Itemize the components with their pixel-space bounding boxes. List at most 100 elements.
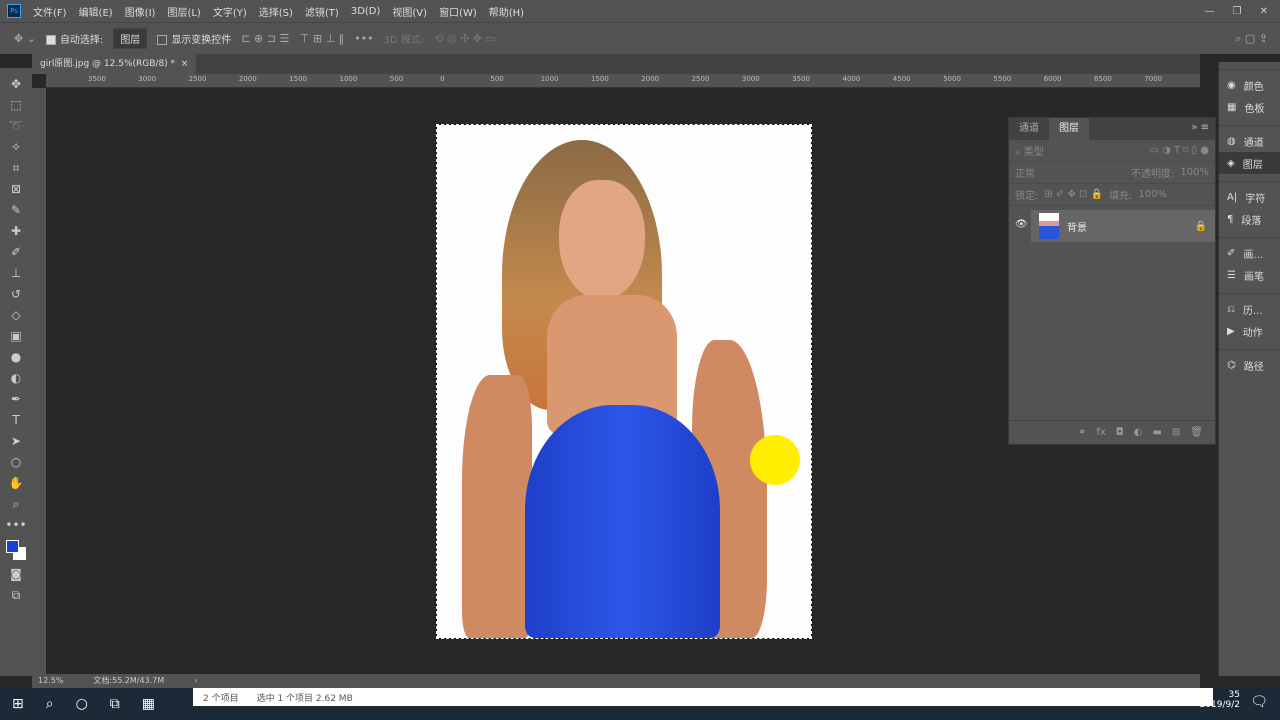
menu-type[interactable]: 文字(Y) [213,4,247,19]
zoom-level[interactable]: 12.5% [38,674,63,688]
crop-tool-icon[interactable]: ⌗ [13,160,20,177]
blend-mode-dropdown[interactable]: 正常 [1015,165,1035,180]
move-tool-icon[interactable]: ✥ [11,76,21,93]
document-tabs: girl原图.jpg @ 12.5%(RGB/8) * × [32,54,1200,74]
path-select-icon[interactable]: ➤ [11,433,21,450]
more-icon[interactable]: ••• [354,32,373,45]
3d-tools-icons[interactable]: ⟲ ◎ ✣ ✥ ▭ [434,32,496,45]
close-tab-icon[interactable]: × [181,59,189,69]
marquee-tool-icon[interactable]: ⬚ [10,97,21,114]
layer-row-background[interactable]: 背景 🔒 [1031,210,1215,242]
filter-label: 类型 [1023,147,1044,158]
type-tool-icon[interactable]: T [12,412,19,429]
dock-brushes[interactable]: ☰ 画笔 [1219,264,1280,286]
more-tools-icon[interactable]: ••• [5,517,26,534]
fill-input[interactable]: 100% [1138,189,1167,200]
link-icon[interactable]: ⚭ [1078,427,1086,438]
history-brush-icon[interactable]: ↺ [11,286,21,303]
dock-label: 画笔 [1243,271,1264,283]
ruler-label: 4000 [842,75,861,83]
dock-color[interactable]: ◉ 颜色 [1219,74,1280,96]
frame-tool-icon[interactable]: ⊠ [11,181,21,198]
document-tab[interactable]: girl原图.jpg @ 12.5%(RGB/8) * × [32,54,197,74]
visibility-eye-icon[interactable]: 👁 [1015,219,1028,230]
lasso-tool-icon[interactable]: ➰ [9,118,24,135]
menu-filter[interactable]: 滤镜(T) [305,4,339,19]
dock-label: 字符 [1245,193,1266,205]
screen-mode-icon[interactable]: ⧉ [12,587,21,604]
opacity-input[interactable]: 100% [1180,167,1209,178]
blur-icon[interactable]: ● [11,349,21,366]
dock-label: 动作 [1242,327,1263,339]
mask-icon[interactable]: ◘ [1116,427,1124,438]
filter-icons[interactable]: ▭ ◑ T ⌑ ▯ ● [1149,145,1209,156]
options-bar: ✥ ⌄ 自动选择: 图层 显示变换控件 ⊏ ⊕ ⊐ ☰ ⊤ ⊞ ⊥ ‖ ••• … [0,22,1280,54]
stamp-tool-icon[interactable]: ⊥ [11,265,21,282]
dock-character[interactable]: A| 字符 [1219,186,1280,208]
eraser-icon[interactable]: ◇ [11,307,20,324]
explorer-status-bar: 2 个项目 选中 1 个项目 2.62 MB [193,688,1213,706]
hand-tool-icon[interactable]: ✋ [9,475,24,492]
fx-icon[interactable]: fx [1096,427,1105,438]
foreground-color[interactable] [6,540,19,553]
magic-wand-icon[interactable]: ✧ [11,139,21,156]
panel-menu-icon[interactable]: » ≡ [1185,118,1215,140]
adjustment-icon[interactable]: ◐ [1134,427,1143,438]
document-image[interactable] [436,124,812,639]
menu-file[interactable]: 文件(F) [33,4,67,19]
menu-select[interactable]: 选择(S) [259,4,293,19]
search-icon[interactable]: ⌕ [46,696,54,712]
close-icon[interactable]: ✕ [1260,6,1268,17]
filter-type-dropdown[interactable]: ⌕ 类型 [1015,143,1044,158]
menu-edit[interactable]: 编辑(E) [79,4,113,19]
menu-image[interactable]: 图像(I) [125,4,156,19]
dock-actions[interactable]: ▶ 动作 [1219,320,1280,342]
cortana-icon[interactable]: ○ [76,696,88,712]
auto-select-checkbox[interactable]: 自动选择: [45,31,103,46]
system-clock[interactable]: 35 2019/9/2 [1200,690,1240,710]
align-icons[interactable]: ⊏ ⊕ ⊐ ☰ ⊤ ⊞ ⊥ ‖ [241,32,344,45]
dock-brush-settings[interactable]: ✐ 画... [1219,242,1280,264]
menu-window[interactable]: 窗口(W) [439,4,477,19]
windows-start-icon[interactable]: ⊞ [12,696,24,712]
ruler-label: 2000 [641,75,660,83]
healing-brush-icon[interactable]: ✚ [11,223,21,240]
search-icon[interactable]: ⌕ ▢ ⇪ [1235,32,1268,46]
color-swatches[interactable] [4,538,28,562]
dock-paths[interactable]: ⌬ 路径 [1219,354,1280,376]
new-layer-icon[interactable]: ⊞ [1172,427,1180,438]
lock-icons[interactable]: ⊞ ✐ ✥ ⊡ 🔒 [1044,189,1103,200]
quick-mask-icon[interactable]: ◙ [10,566,22,583]
pen-tool-icon[interactable]: ✒ [11,391,21,408]
move-tool-icon[interactable]: ✥ ⌄ [14,32,36,45]
zoom-tool-icon[interactable]: ⌕ [13,496,20,513]
minimize-icon[interactable]: — [1205,6,1215,17]
tab-channels[interactable]: 通道 [1009,118,1049,140]
group-icon[interactable]: ▬ [1152,427,1161,438]
dock-swatches[interactable]: ▦ 色板 [1219,96,1280,118]
show-transform-checkbox[interactable]: 显示变换控件 [157,31,231,46]
dock-paragraph[interactable]: ¶ 段落 [1219,208,1280,230]
ruler-label: 3000 [138,75,157,83]
trash-icon[interactable]: 🗑 [1190,427,1203,438]
brush-tool-icon[interactable]: ✐ [11,244,21,261]
eyedropper-icon[interactable]: ✎ [11,202,21,219]
dock-history[interactable]: ⎌ 历... [1219,298,1280,320]
menu-layer[interactable]: 图层(L) [167,4,200,19]
menu-help[interactable]: 帮助(H) [489,4,524,19]
ellipse-tool-icon[interactable]: ○ [11,454,21,471]
opacity-label: 不透明度: [1131,169,1175,180]
tab-layers[interactable]: 图层 [1049,118,1089,140]
calculator-icon[interactable]: ▦ [142,696,155,712]
notification-icon[interactable]: 🗨 [1250,694,1268,710]
status-arrow-icon[interactable]: › [194,674,197,688]
auto-select-target-dropdown[interactable]: 图层 [113,28,148,49]
dock-layers[interactable]: ◈ 图层 [1219,152,1280,174]
menu-view[interactable]: 视图(V) [392,4,427,19]
restore-icon[interactable]: ❐ [1233,6,1242,17]
dock-channels[interactable]: ◍ 通道 [1219,130,1280,152]
menu-3d[interactable]: 3D(D) [351,6,381,17]
task-view-icon[interactable]: ⧉ [110,696,120,712]
gradient-icon[interactable]: ▣ [10,328,21,345]
dodge-icon[interactable]: ◐ [11,370,21,387]
